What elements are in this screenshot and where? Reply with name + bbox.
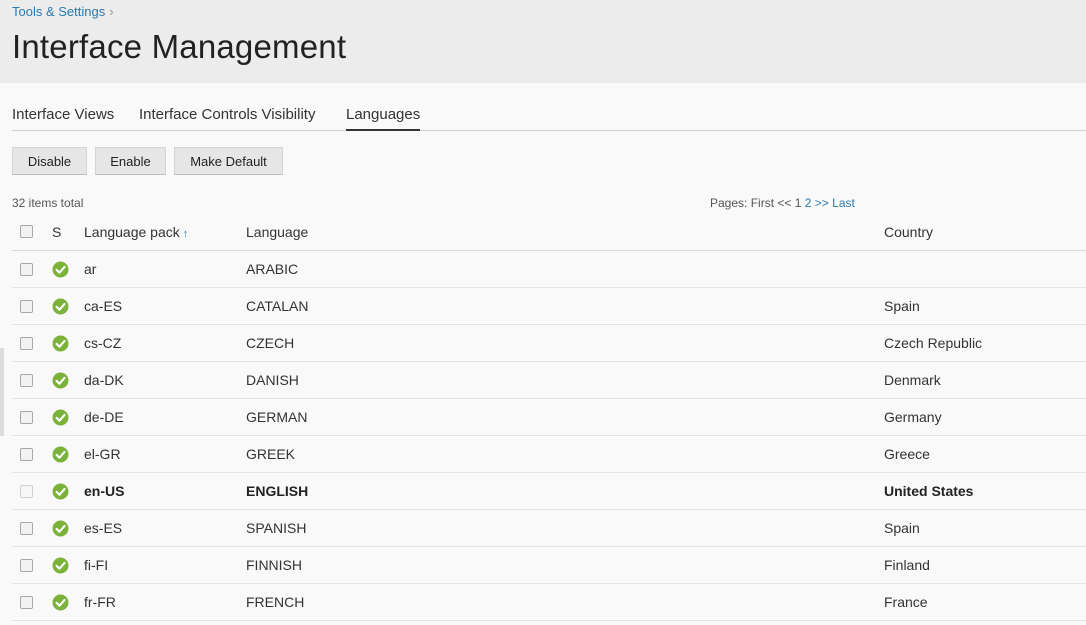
cell-country: Czech Republic [884,335,983,351]
cell-language: CZECH [246,335,295,351]
side-panel-edge[interactable] [0,348,4,436]
cell-language: SPANISH [246,520,307,536]
cell-country: France [884,594,928,610]
cell-language-pack: fi-FI [84,557,109,573]
cell-language-pack: fr-FR [84,594,116,610]
table-row[interactable]: el-GR GREEK Greece [12,436,1086,473]
row-checkbox[interactable] [20,596,33,609]
table-row[interactable]: cs-CZ CZECH Czech Republic [12,325,1086,362]
check-circle-icon [52,520,69,537]
arrow-up-icon: ↑ [182,228,189,240]
page-header: Tools & Settings › Interface Management [0,0,1086,83]
column-header-language-pack[interactable]: Language pack ↑ [84,224,188,240]
table-row[interactable]: de-DE GERMAN Germany [12,399,1086,436]
row-checkbox[interactable] [20,522,33,535]
cell-language-pack: el-GR [84,446,121,462]
cell-language-pack: da-DK [84,372,124,388]
pager-next[interactable]: >> [815,196,829,210]
table-row[interactable]: en-US ENGLISH United States [12,473,1086,510]
tab-interface-views[interactable]: Interface Views [12,106,114,131]
cell-country: Spain [884,298,920,314]
cell-language-pack: ca-ES [84,298,123,314]
row-checkbox[interactable] [20,300,33,313]
row-checkbox[interactable] [20,337,33,350]
check-circle-icon [52,483,69,500]
disable-button[interactable]: Disable [12,147,87,175]
chevron-right-icon: › [109,4,114,19]
check-circle-icon [52,298,69,315]
pager-last[interactable]: Last [832,196,855,210]
pager-first: First [750,196,775,210]
table-row[interactable]: ca-ES CATALAN Spain [12,288,1086,325]
row-checkbox[interactable] [20,374,33,387]
row-checkbox[interactable] [20,411,33,424]
check-circle-icon [52,409,69,426]
cell-language-pack: en-US [84,483,125,499]
cell-language-pack: de-DE [84,409,124,425]
column-header-language[interactable]: Language [246,224,308,240]
page-title: Interface Management [12,28,347,65]
select-all-checkbox[interactable] [20,225,33,238]
cell-country: Germany [884,409,942,425]
cell-language: CATALAN [246,298,309,314]
pagination: Pages: First << 1 2 >> Last [710,196,855,210]
enable-button[interactable]: Enable [95,147,166,175]
pager-page-2[interactable]: 2 [805,196,812,210]
pager-prev: << [777,196,792,210]
cell-language-pack: ar [84,261,97,277]
row-checkbox [20,485,33,498]
cell-country: Spain [884,520,920,536]
column-header-language-pack-label: Language pack [84,224,180,240]
tab-interface-controls-visibility[interactable]: Interface Controls Visibility [139,106,315,131]
table-row[interactable]: fi-FI FINNISH Finland [12,547,1086,584]
cell-country: Finland [884,557,930,573]
cell-language: GREEK [246,446,296,462]
row-checkbox[interactable] [20,559,33,572]
row-checkbox[interactable] [20,448,33,461]
check-circle-icon [52,372,69,389]
check-circle-icon [52,446,69,463]
check-circle-icon [52,261,69,278]
cell-language-pack: cs-CZ [84,335,122,351]
pager-current: 1 [794,196,802,210]
cell-language-pack: es-ES [84,520,123,536]
cell-language: FRENCH [246,594,305,610]
table-row[interactable]: da-DK DANISH Denmark [12,362,1086,399]
cell-country: Greece [884,446,930,462]
cell-language: GERMAN [246,409,308,425]
make-default-button[interactable]: Make Default [174,147,283,175]
cell-language: FINNISH [246,557,302,573]
column-header-country[interactable]: Country [884,224,933,240]
table-row[interactable]: es-ES SPANISH Spain [12,510,1086,547]
cell-language: ENGLISH [246,483,309,499]
table-row[interactable]: fr-FR FRENCH France [12,584,1086,621]
breadcrumb[interactable]: Tools & Settings › [12,4,114,19]
row-checkbox[interactable] [20,263,33,276]
cell-language: DANISH [246,372,299,388]
cell-country: Denmark [884,372,941,388]
tab-bar: Interface Views Interface Controls Visib… [12,104,1086,131]
table-row[interactable]: ar ARABIC [12,251,1086,288]
tab-languages[interactable]: Languages [346,106,421,131]
column-header-status[interactable]: S [52,224,61,240]
check-circle-icon [52,335,69,352]
cell-language: ARABIC [246,261,299,277]
pager-label: Pages: [710,196,748,210]
breadcrumb-link-tools-settings[interactable]: Tools & Settings [12,4,105,19]
items-total: 32 items total [12,196,84,210]
cell-country: United States [884,483,974,499]
check-circle-icon [52,557,69,574]
check-circle-icon [52,594,69,611]
